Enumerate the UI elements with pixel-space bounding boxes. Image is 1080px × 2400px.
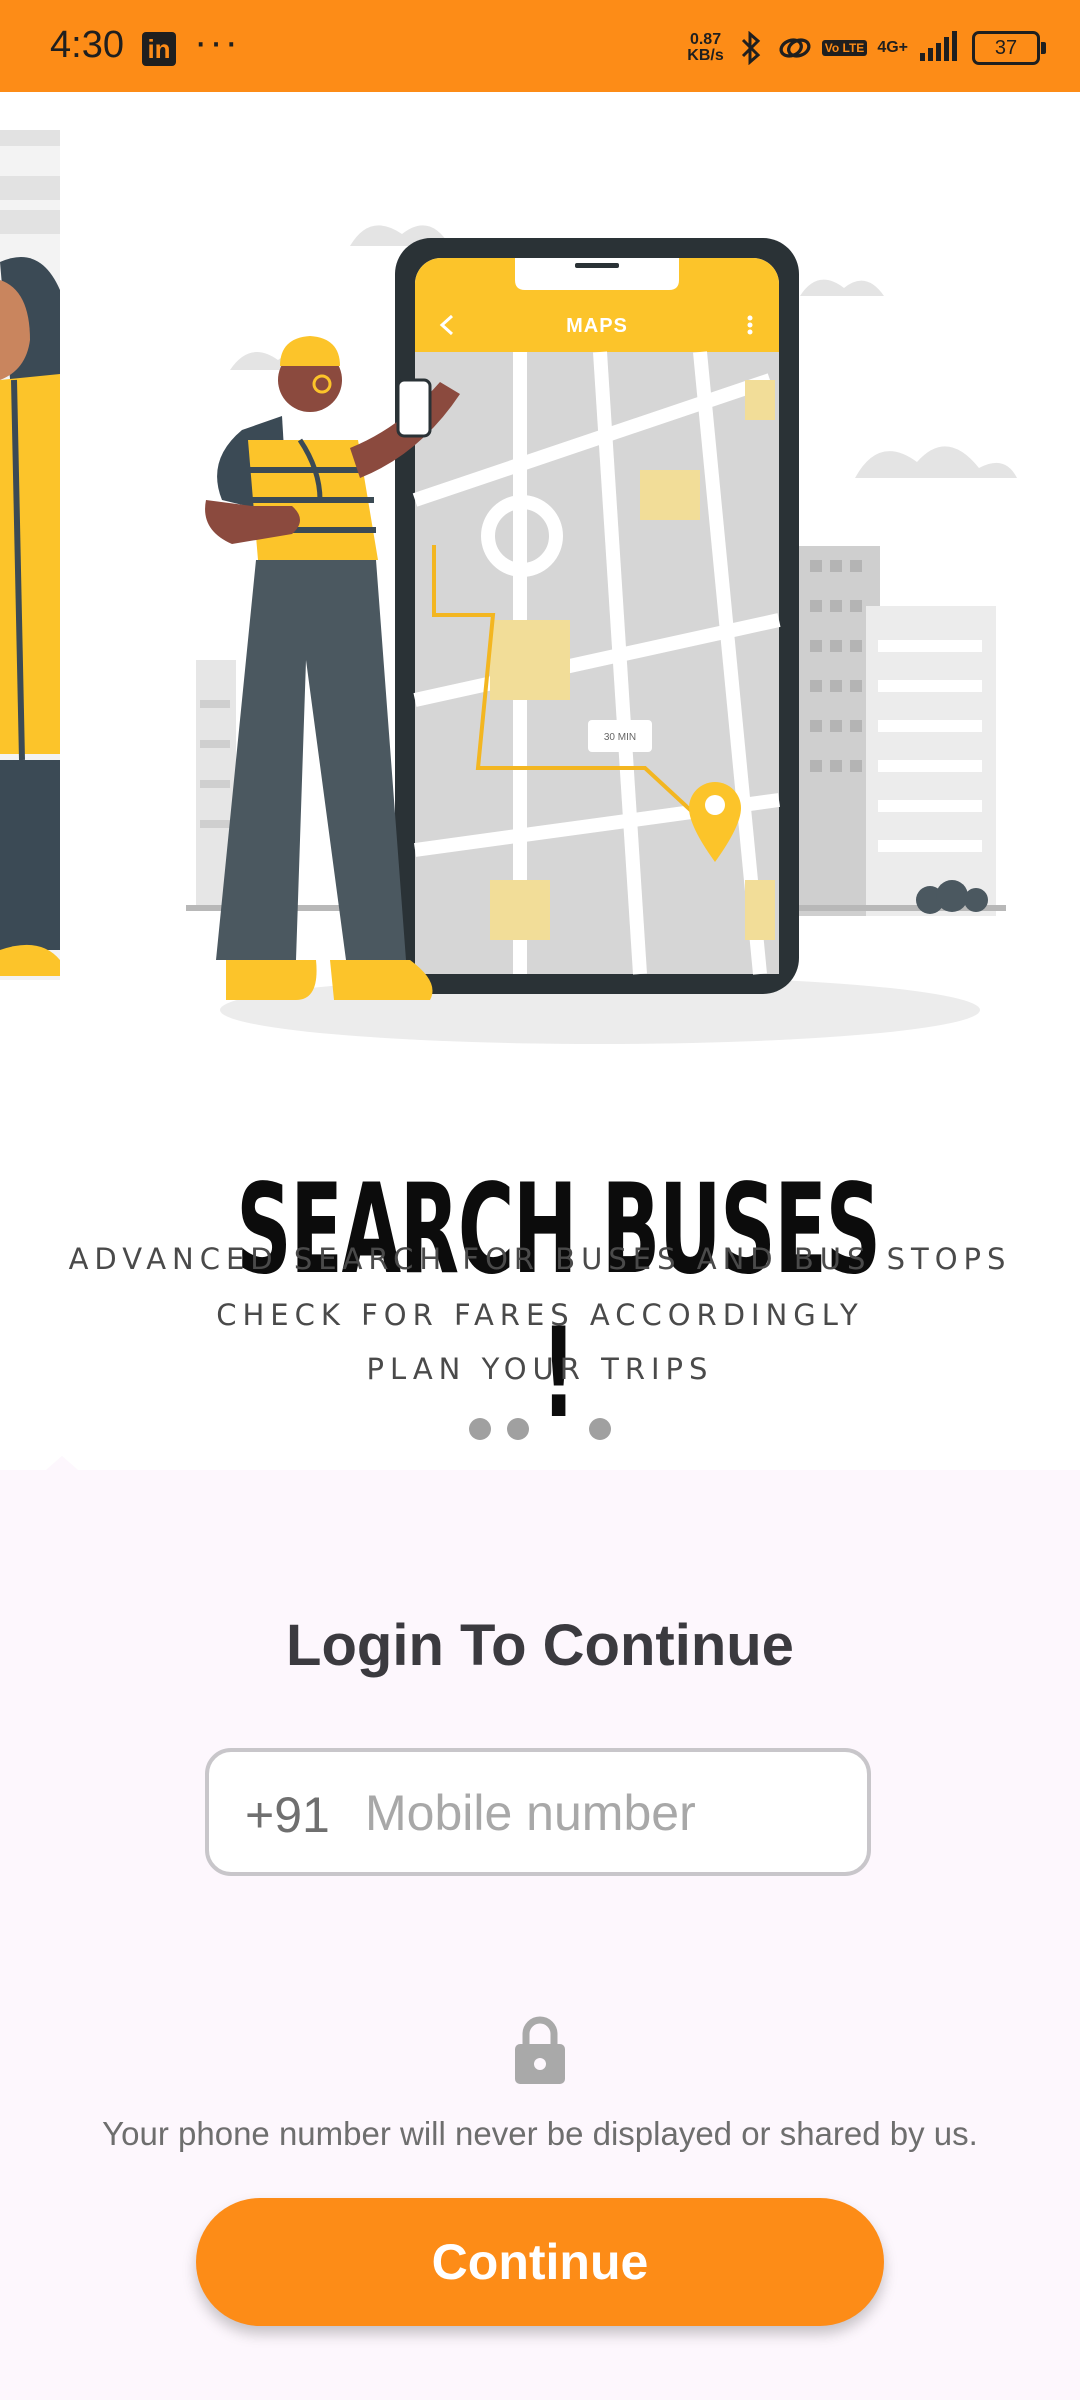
hotspot-icon: [778, 31, 812, 65]
pager-dot-1[interactable]: [469, 1418, 491, 1440]
privacy-note: Your phone number will never be displaye…: [102, 2115, 978, 2152]
search-buses-illustration: MAPS 30 MIN: [0, 130, 1017, 1044]
network-type: 4G+: [877, 39, 908, 56]
onboarding-carousel[interactable]: MAPS 30 MIN SEARCH BUSES ! ADVANCED SEAR…: [0, 92, 1080, 1470]
svg-text:30 MIN: 30 MIN: [604, 732, 636, 743]
pager-dot-2[interactable]: [507, 1418, 529, 1440]
login-panel: Login To Continue +91 Your phone number …: [0, 1470, 1080, 2400]
login-title: Login To Continue: [286, 1613, 794, 1678]
signal-icon: [918, 30, 962, 66]
status-icons: 0.87 KB/s Vo LTE 4G+ 37: [687, 26, 1046, 70]
country-code[interactable]: +91: [245, 1786, 330, 1844]
bluetooth-icon: [734, 31, 768, 65]
notification-overflow-icon: ···: [194, 20, 240, 64]
network-speed: 0.87 KB/s: [687, 31, 724, 64]
svg-text:MAPS: MAPS: [566, 315, 628, 337]
mobile-number-input[interactable]: [363, 1772, 847, 1854]
status-time: 4:30: [50, 24, 124, 66]
feature-line-2: CHECK FOR FARES ACCORDINGLY: [216, 1298, 864, 1332]
lock-icon: [515, 2016, 565, 2084]
volte-icon: Vo LTE: [821, 40, 868, 56]
section-pointer: [46, 1456, 78, 1470]
status-bar: 4:30 in ··· 0.87 KB/s Vo LTE 4G+ 37: [0, 0, 1080, 92]
phone-number-field[interactable]: +91: [205, 1748, 871, 1876]
feature-line-3: PLAN YOUR TRIPS: [366, 1352, 714, 1386]
pager-dot-3[interactable]: [589, 1418, 611, 1440]
continue-button[interactable]: Continue: [196, 2198, 884, 2326]
battery-icon: 37: [972, 31, 1046, 65]
feature-line-1: ADVANCED SEARCH FOR BUSES AND BUS STOPS: [68, 1242, 1012, 1276]
linkedin-icon: in: [142, 32, 176, 66]
